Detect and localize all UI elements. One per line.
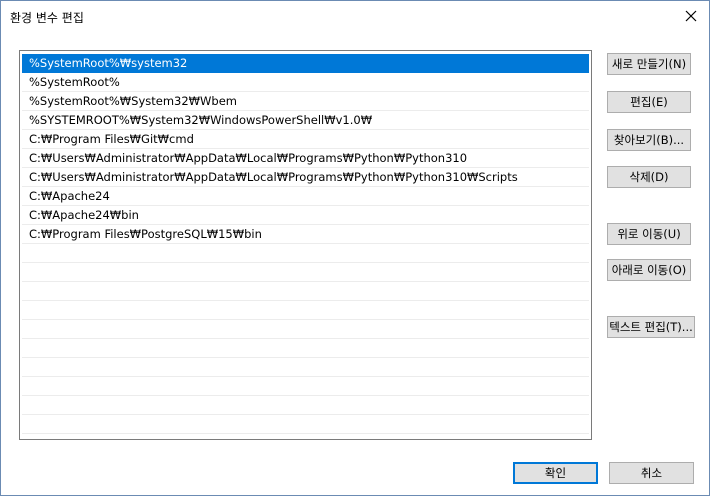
empty-list-row [22, 415, 589, 434]
move-up-button[interactable]: 위로 이동(U) [607, 223, 691, 245]
cancel-button[interactable]: 취소 [609, 462, 694, 484]
path-list-item[interactable]: C:₩Program Files₩PostgreSQL₩15₩bin [22, 225, 589, 244]
move-down-button[interactable]: 아래로 이동(O) [607, 259, 691, 281]
path-list-item[interactable]: C:₩Apache24₩bin [22, 206, 589, 225]
path-list-item[interactable]: C:₩Users₩Administrator₩AppData₩Local₩Pro… [22, 168, 589, 187]
empty-list-row [22, 358, 589, 377]
path-list-item[interactable]: C:₩Program Files₩Git₩cmd [22, 130, 589, 149]
empty-list-row [22, 396, 589, 415]
empty-list-row [22, 263, 589, 282]
title-bar[interactable]: 환경 변수 편집 [1, 1, 709, 32]
edit-text-button[interactable]: 텍스트 편집(T)... [607, 316, 695, 338]
path-list-item[interactable]: %SystemRoot% [22, 73, 589, 92]
empty-list-row [22, 320, 589, 339]
path-list-item[interactable]: %SystemRoot%₩System32₩Wbem [22, 92, 589, 111]
path-list[interactable]: %SystemRoot%₩system32 %SystemRoot% %System… [19, 50, 592, 440]
empty-list-row [22, 282, 589, 301]
ok-button[interactable]: 확인 [513, 462, 598, 484]
path-list-item[interactable]: %SystemRoot%₩system32 [22, 54, 589, 73]
edit-environment-variable-dialog: 환경 변수 편집 %SystemRoot%₩system32 %SystemRoo… [0, 0, 710, 496]
edit-button[interactable]: 편집(E) [607, 91, 691, 113]
path-list-item[interactable]: C:₩Users₩Administrator₩AppData₩Local₩Pro… [22, 149, 589, 168]
close-icon [685, 10, 697, 22]
delete-button[interactable]: 삭제(D) [607, 166, 691, 188]
browse-button[interactable]: 찾아보기(B)... [607, 129, 691, 151]
empty-list-row [22, 339, 589, 358]
empty-list-row [22, 377, 589, 396]
empty-list-row [22, 244, 589, 263]
dialog-title: 환경 변수 편집 [10, 11, 84, 25]
empty-list-row [22, 301, 589, 320]
path-list-item[interactable]: C:₩Apache24 [22, 187, 589, 206]
close-button[interactable] [679, 5, 703, 27]
new-button[interactable]: 새로 만들기(N) [607, 53, 691, 75]
path-list-item[interactable]: %SYSTEMROOT%₩System32₩WindowsPowerShell₩… [22, 111, 589, 130]
